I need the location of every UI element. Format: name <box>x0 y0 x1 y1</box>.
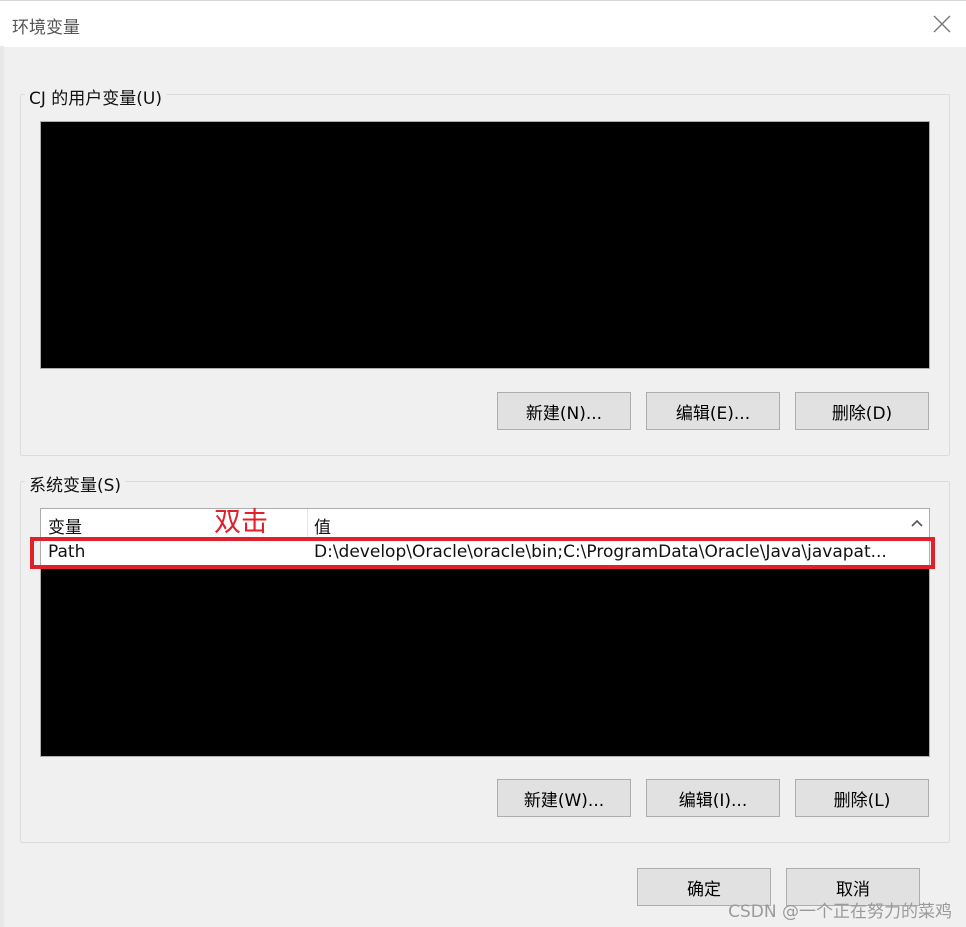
column-separator[interactable] <box>307 509 308 537</box>
column-header-variable[interactable]: 变量 <box>48 513 82 538</box>
close-icon <box>933 15 951 33</box>
annotation-text: 双击 <box>214 507 268 538</box>
user-variables-list[interactable] <box>40 121 930 369</box>
system-edit-button[interactable]: 编辑(I)... <box>646 779 780 817</box>
user-variables-label: CJ 的用户变量(U) <box>25 84 166 109</box>
scroll-up-button[interactable] <box>905 509 929 537</box>
close-button[interactable] <box>922 5 962 43</box>
highlight-box <box>30 537 935 569</box>
system-variables-label: 系统变量(S) <box>25 471 126 496</box>
title-bar: 环境变量 <box>0 0 966 47</box>
window-edge <box>0 46 4 927</box>
system-delete-button[interactable]: 删除(L) <box>795 779 929 817</box>
list-header: 变量 值 <box>41 509 929 538</box>
watermark: CSDN @一个正在努力的菜鸡 <box>728 902 952 922</box>
user-edit-button[interactable]: 编辑(E)... <box>646 392 780 430</box>
window-title: 环境变量 <box>12 18 80 38</box>
column-header-value[interactable]: 值 <box>314 513 331 538</box>
system-new-button[interactable]: 新建(W)... <box>497 779 631 817</box>
user-new-button[interactable]: 新建(N)... <box>497 392 631 430</box>
user-delete-button[interactable]: 删除(D) <box>795 392 929 430</box>
chevron-up-icon <box>911 519 923 527</box>
